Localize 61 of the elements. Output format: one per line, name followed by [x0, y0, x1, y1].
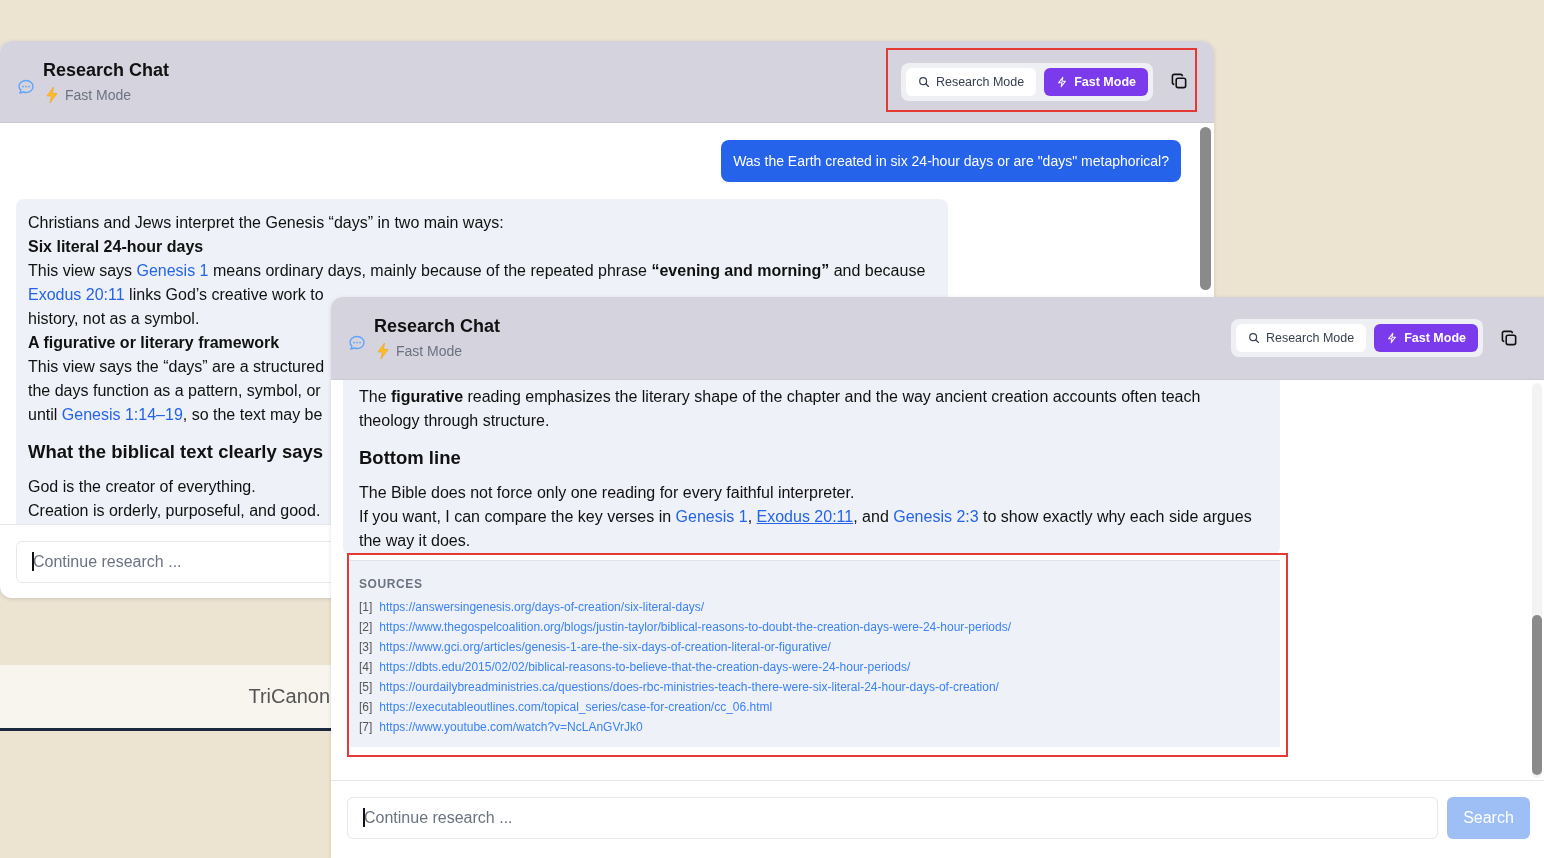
search-icon	[917, 75, 930, 88]
source-number: [4]	[359, 659, 373, 676]
source-link[interactable]: https://www.thegospelcoalition.org/blogs/justin-taylor/biblical-reasons-to-doubt-the-creation-days-were-24-hour-periods/	[379, 617, 1011, 637]
section-heading: Bottom line	[359, 446, 461, 470]
mode-button[interactable]: Fast Mode	[1044, 67, 1148, 96]
paragraph-line: the days function as a pattern, symbol, or	[28, 381, 321, 401]
source-link[interactable]: https://ourdailybreadministries.ca/questions/does-rbc-ministries-teach-there-were-six-literal-24-hour-days-of-creation/	[379, 677, 999, 697]
source-link[interactable]: https://www.gci.org/articles/genesis-1-are-the-six-days-of-creation-literal-or-figurative/	[379, 637, 831, 657]
verse-link[interactable]: Genesis 1:14–19	[61, 406, 183, 423]
subheading: Six literal 24-hour days	[28, 237, 204, 257]
paragraph-line: Exodus 20:11 links God’s creative work to	[28, 285, 324, 305]
mode-label: Fast Mode	[65, 86, 132, 103]
paragraph-line: history, not as a symbol.	[28, 309, 200, 329]
source-number: [3]	[359, 639, 373, 656]
verse-link[interactable]: Genesis 1	[675, 508, 748, 525]
lightning-icon	[376, 342, 390, 360]
brand-name: TriCanon	[248, 685, 331, 708]
paragraph-line: If you want, I can compare the key verses in Genesis 1, Exodus 20:11, and Genesis 2:3 to show exactly why each side argues	[359, 507, 1252, 527]
source-link[interactable]: https://dbts.edu/2015/02/02/biblical-reasons-to-believe-that-the-creation-days-were-24-hour-periods/	[379, 657, 911, 677]
search-icon	[1247, 332, 1260, 344]
paragraph-line: God is the creator of everything.	[28, 477, 256, 497]
source-number: [7]	[359, 719, 373, 736]
scrollbar-thumb[interactable]	[1532, 615, 1542, 775]
lightning-icon	[45, 85, 59, 104]
source-link[interactable]: https://executableoutlines.com/topical_series/case-for-creation/cc_06.html	[379, 697, 773, 717]
copy-icon[interactable]	[1171, 73, 1188, 90]
subheading: A figurative or literary framework	[28, 333, 280, 353]
window-title: Research Chat	[43, 59, 170, 81]
mode-button[interactable]: Research Mode	[1235, 324, 1367, 352]
mode-button[interactable]: Research Mode	[905, 67, 1037, 96]
sources-heading: SOURCES	[359, 577, 424, 591]
paragraph-line: Creation is orderly, purposeful, and good.	[28, 501, 321, 521]
verse-link[interactable]: Exodus 20:11	[28, 286, 125, 303]
paragraph-line: the way it does.	[359, 531, 471, 551]
chat-icon	[347, 333, 367, 353]
section-heading: What the biblical text clearly says	[28, 440, 324, 464]
verse-link[interactable]: Exodus 20:11	[756, 508, 854, 525]
lightning-icon	[1386, 332, 1399, 344]
paragraph-line: This view says the “days” are a structured	[28, 357, 325, 377]
paragraph-line: The Bible does not force only one reading for every faithful interpreter.	[359, 483, 855, 503]
source-number: [6]	[359, 699, 373, 716]
paragraph-line: until Genesis 1:14–19, so the text may be	[28, 405, 323, 425]
mode-label: Fast Mode	[396, 343, 463, 359]
source-number: [2]	[359, 619, 373, 636]
verse-link[interactable]: Genesis 2:3	[893, 508, 979, 525]
source-link[interactable]: https://www.youtube.com/watch?v=NcLAnGVrJk0	[379, 717, 643, 737]
input-field[interactable]: Continue research ...	[347, 797, 1438, 839]
copy-icon[interactable]	[1501, 329, 1518, 347]
paragraph-line: This view says Genesis 1 means ordinary days, mainly because of the repeated phrase “evening and morning” and because	[28, 261, 926, 281]
paragraph-line: Christians and Jews interpret the Genesis “days” in two main ways:	[28, 213, 504, 233]
source-link[interactable]: https://answersingenesis.org/days-of-creation/six-literal-days/	[379, 597, 705, 617]
verse-link[interactable]: Genesis 1	[136, 262, 209, 279]
user-message: Was the Earth created in six 24-hour days or are "days" metaphorical?	[721, 140, 1181, 182]
paragraph-line: theology through structure.	[359, 411, 550, 431]
lightning-icon	[1056, 75, 1069, 88]
window-title: Research Chat	[374, 316, 501, 337]
source-number: [5]	[359, 679, 373, 696]
paragraph-line: The figurative reading emphasizes the literary shape of the chapter and the way ancient creation accounts often teach	[359, 387, 1201, 407]
mode-button[interactable]: Fast Mode	[1374, 324, 1478, 352]
source-number: [1]	[359, 599, 373, 616]
scrollbar-thumb[interactable]	[1200, 127, 1211, 290]
